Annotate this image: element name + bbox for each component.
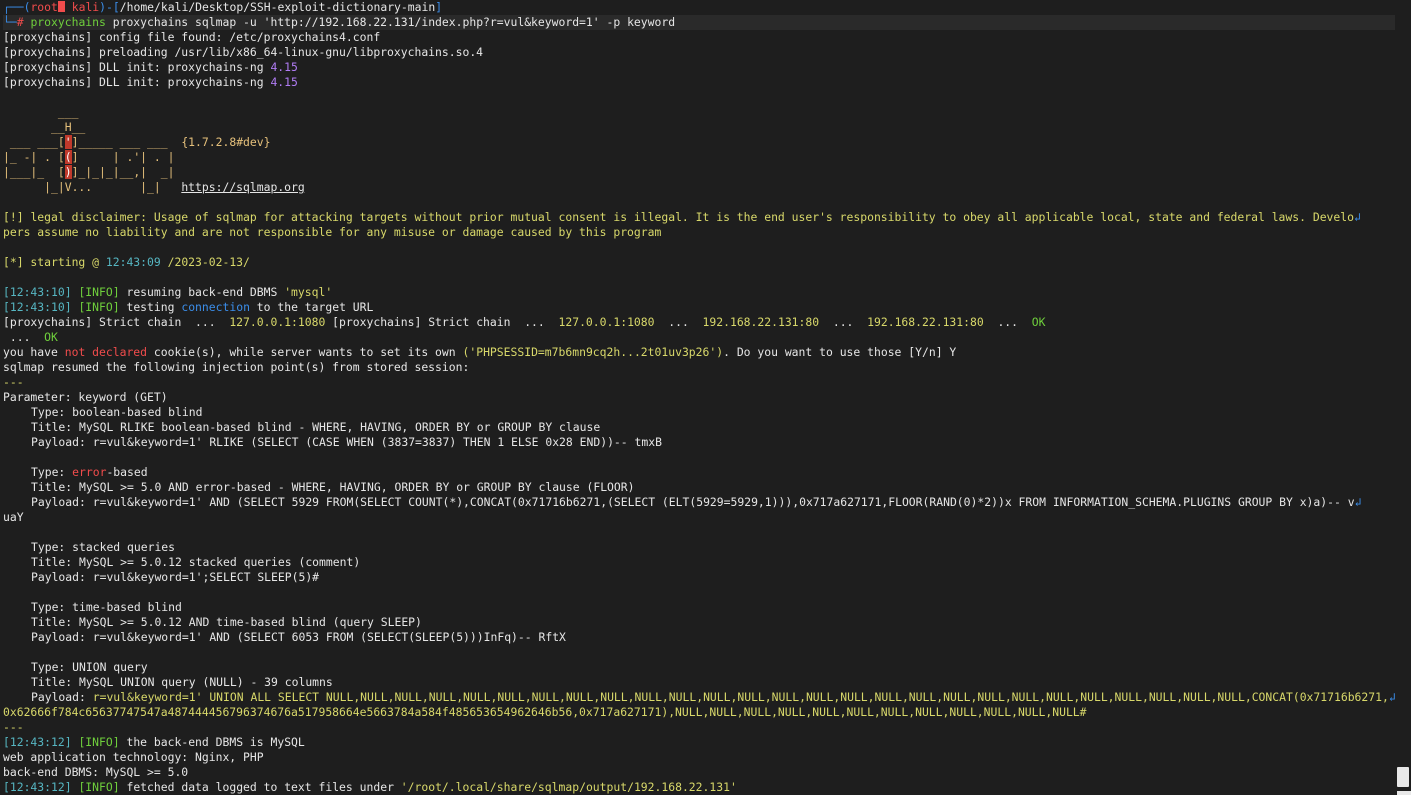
prompt-header: ┌──(root kali)-[/home/kali/Desktop/SSH-e… — [3, 0, 443, 14]
log-line: [12:43:10] [INFO] testing connection to … — [3, 300, 374, 314]
proxy-line: [proxychains] preloading /usr/lib/x86_64… — [3, 45, 484, 59]
dbms-line: back-end DBMS: MySQL >= 5.0 — [3, 765, 189, 779]
injection-block: Type: UNION query Title: MySQL UNION que… — [3, 660, 1395, 719]
log-line: [12:43:12] [INFO] the back-end DBMS is M… — [3, 735, 305, 749]
separator: --- — [3, 720, 24, 734]
command-text: proxychains sqlmap -u 'http://192.168.22… — [112, 15, 676, 29]
scrollbar-thumb[interactable] — [1397, 767, 1409, 787]
sqlmap-logo: ___ __H__ ___ ___[']_____ ___ ___ {1.7.2… — [3, 105, 305, 194]
proxy-line: [proxychains] DLL init: proxychains-ng 4… — [3, 60, 298, 74]
window-corner — [1397, 791, 1411, 795]
prompt-user: root — [30, 0, 58, 14]
log-line: [12:43:12] [INFO] fetched data logged to… — [3, 780, 737, 794]
injection-block: Type: time-based blind Title: MySQL >= 5… — [31, 600, 566, 644]
chain-line: ... OK — [3, 330, 58, 344]
prompt-host: kali — [71, 0, 100, 14]
separator: --- — [3, 375, 24, 389]
injection-block: Type: stacked queries Title: MySQL >= 5.… — [31, 540, 361, 584]
injection-block: Type: boolean-based blind Title: MySQL R… — [31, 405, 662, 449]
command-line[interactable]: └─# proxychains proxychains sqlmap -u 'h… — [3, 15, 1395, 30]
version-label: {1.7.2.8#dev} — [181, 135, 271, 149]
resumed-line: sqlmap resumed the following injection p… — [3, 360, 470, 374]
chain-line: [proxychains] Strict chain ... 127.0.0.1… — [3, 315, 1046, 329]
sqlmap-link[interactable]: https://sqlmap.org — [181, 180, 304, 194]
skull-icon — [57, 1, 65, 12]
proxy-line: [proxychains] config file found: /etc/pr… — [3, 30, 381, 44]
cookie-line: you have not declared cookie(s), while s… — [3, 345, 957, 359]
proxy-line: [proxychains] DLL init: proxychains-ng 4… — [3, 75, 298, 89]
prompt-cwd: /home/kali/Desktop/SSH-exploit-dictionar… — [119, 0, 436, 14]
disclaimer-line: [!] legal disclaimer: Usage of sqlmap fo… — [3, 210, 1361, 224]
starting-line: [*] starting @ 12:43:09 /2023-02-13/ — [3, 255, 250, 269]
terminal-output: ┌──(root kali)-[/home/kali/Desktop/SSH-e… — [3, 0, 1395, 795]
tech-line: web application technology: Nginx, PHP — [3, 750, 264, 764]
disclaimer-line: pers assume no liability and are not res… — [3, 225, 662, 239]
parameter-line: Parameter: keyword (GET) — [3, 390, 168, 404]
log-line: [12:43:10] [INFO] resuming back-end DBMS… — [3, 285, 333, 299]
injection-block: Type: error-based Title: MySQL >= 5.0 AN… — [3, 465, 1362, 524]
